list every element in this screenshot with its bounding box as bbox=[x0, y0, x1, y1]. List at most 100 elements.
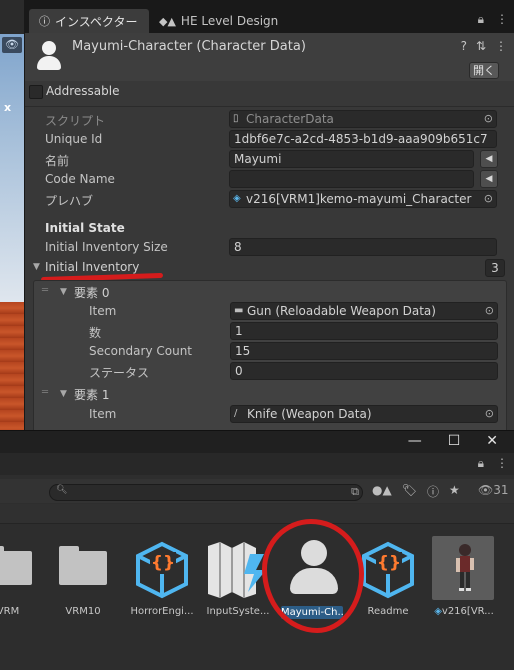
page-title: Mayumi-Character (Character Data) bbox=[72, 39, 306, 54]
status-field[interactable]: 0 bbox=[230, 362, 498, 380]
maximize-icon[interactable]: ☐ bbox=[448, 433, 461, 449]
drag-handle-icon[interactable]: ═ bbox=[42, 285, 48, 296]
asset-label: ◈v216[VR... bbox=[426, 606, 502, 617]
addressable-checkbox[interactable] bbox=[29, 85, 43, 99]
search-by-type-icon[interactable]: ⧉ bbox=[351, 485, 359, 499]
initial-inventory-label: Initial Inventory bbox=[45, 260, 140, 274]
unique-id-row: Unique Id 1dbf6e7c-a2cd-4853-b1d9-aaa909… bbox=[25, 130, 514, 150]
element-header[interactable]: 要素 0 bbox=[74, 284, 109, 301]
asset-grid: VRM VRM10 {} HorrorEngi... InputSyste...… bbox=[0, 524, 514, 670]
filter-by-type-icon[interactable]: ●▲ bbox=[372, 483, 392, 500]
project-window: — ☐ ✕ 🔒︎ ⋮ 🔍︎ ⧉ ●▲ 🏷︎ ⓘ ★ 👁31 VRM VRM10 … bbox=[0, 430, 514, 670]
unique-id-field[interactable]: 1dbf6e7c-a2cd-4853-b1d9-aaa909b651c7 bbox=[229, 130, 497, 148]
toolbar-icons: ●▲ 🏷︎ ⓘ ★ bbox=[372, 483, 460, 500]
inspector-header: Mayumi-Character (Character Data) ? ⇅ ⋮ … bbox=[25, 33, 514, 81]
count-label: 数 bbox=[89, 326, 102, 340]
braces-icon: {} bbox=[150, 552, 176, 574]
object-picker-icon: ⊙ bbox=[483, 112, 493, 125]
tab-inspector[interactable]: ⓘ インスペクター bbox=[29, 9, 149, 33]
lock-icon[interactable]: 🔒︎ bbox=[478, 12, 484, 27]
tab-bar: ⓘ インスペクター ◆▲ HE Level Design 🔒︎ ⋮ bbox=[25, 0, 514, 33]
code-name-localize-button[interactable]: ◀ bbox=[480, 170, 498, 188]
object-picker-icon[interactable]: ⊙ bbox=[484, 191, 493, 207]
braces-icon: {} bbox=[376, 552, 402, 574]
filter-by-label-icon[interactable]: 🏷︎ bbox=[402, 483, 417, 500]
open-button[interactable]: 開く bbox=[469, 62, 499, 79]
axis-x-icon: x bbox=[4, 101, 12, 114]
count-field[interactable]: 1 bbox=[230, 322, 498, 340]
window-title-bar: — ☐ ✕ bbox=[0, 431, 514, 453]
preset-sliders-icon[interactable]: ⇅ bbox=[476, 39, 486, 53]
visibility-eye-icon[interactable]: 👁 bbox=[2, 37, 22, 53]
element-header[interactable]: 要素 1 bbox=[74, 386, 109, 403]
item-value: Knife (Weapon Data) bbox=[247, 407, 372, 421]
asset-label: InputSyste... bbox=[206, 606, 270, 617]
inventory-count-field[interactable]: 3 bbox=[485, 259, 505, 277]
element-foldout-arrow-icon[interactable]: ▼ bbox=[60, 287, 67, 297]
kebab-menu-icon[interactable]: ⋮ bbox=[496, 456, 508, 471]
folder-icon bbox=[0, 546, 32, 586]
project-tab-bar: 🔒︎ ⋮ bbox=[0, 453, 514, 475]
object-picker-icon[interactable]: ⊙ bbox=[485, 406, 494, 422]
asset-label-text: v216[VR... bbox=[441, 606, 494, 617]
lock-icon[interactable]: 🔒︎ bbox=[478, 456, 484, 471]
more-menu-icon[interactable]: ⋮ bbox=[495, 39, 507, 53]
gun-icon: ▬ bbox=[234, 305, 244, 316]
initial-inventory-size-field[interactable]: 8 bbox=[229, 238, 497, 256]
asset-label: Readme bbox=[367, 606, 409, 617]
hidden-packages-counter[interactable]: 👁31 bbox=[478, 483, 509, 497]
tab-label: HE Level Design bbox=[180, 14, 279, 28]
asset-script-readme[interactable]: {} Readme bbox=[350, 524, 426, 634]
close-icon[interactable]: ✕ bbox=[486, 433, 498, 449]
asset-script-horrorengine[interactable]: {} HorrorEngi... bbox=[124, 524, 200, 634]
asset-folder-vrm10[interactable]: VRM10 bbox=[45, 524, 121, 634]
asset-folder-vrm[interactable]: VRM bbox=[0, 524, 46, 634]
code-name-label: Code Name bbox=[45, 172, 115, 186]
asset-label: HorrorEngi... bbox=[130, 606, 194, 617]
window-buttons: — ☐ ✕ bbox=[408, 433, 498, 449]
asset-input-actions[interactable]: InputSyste... bbox=[200, 524, 276, 634]
secondary-count-field[interactable]: 15 bbox=[230, 342, 498, 360]
project-tab-icons: 🔒︎ ⋮ bbox=[478, 456, 508, 471]
script-row: スクリプト ▯ CharacterData ⊙ bbox=[25, 110, 514, 130]
initial-inventory-size-label: Initial Inventory Size bbox=[45, 240, 168, 254]
asset-mayumi-character[interactable]: Mayumi-Ch... bbox=[274, 524, 350, 634]
help-icon[interactable]: ? bbox=[461, 39, 467, 53]
asset-prefab-v216[interactable]: ◈v216[VR... bbox=[426, 524, 502, 634]
item-field[interactable]: / Knife (Weapon Data) ⊙ bbox=[230, 405, 498, 423]
kebab-menu-icon[interactable]: ⋮ bbox=[496, 12, 508, 27]
character-data-icon bbox=[36, 41, 62, 71]
script-file-icon: ▯ bbox=[233, 113, 239, 124]
asset-label-selected: Mayumi-Ch... bbox=[281, 606, 343, 619]
code-name-row: Code Name ◀ bbox=[25, 170, 514, 190]
name-label: 名前 bbox=[45, 154, 70, 168]
object-picker-icon[interactable]: ⊙ bbox=[485, 303, 494, 319]
name-localize-button[interactable]: ◀ bbox=[480, 150, 498, 168]
knife-icon: / bbox=[234, 408, 238, 419]
warning-icon[interactable]: ⓘ bbox=[427, 483, 439, 500]
prefab-row: プレハブ ◈ v216[VRM1]kemo-mayumi_Character ⊙ bbox=[25, 190, 514, 210]
breadcrumb-bar bbox=[0, 504, 514, 524]
code-name-field[interactable] bbox=[229, 170, 474, 188]
drag-handle-icon[interactable]: ═ bbox=[42, 387, 48, 398]
character-figure-icon bbox=[456, 544, 474, 591]
item-field[interactable]: ▬ Gun (Reloadable Weapon Data) ⊙ bbox=[230, 302, 498, 320]
minimize-icon[interactable]: — bbox=[408, 433, 422, 449]
foldout-arrow-icon[interactable]: ▼ bbox=[33, 262, 40, 272]
name-field[interactable]: Mayumi bbox=[229, 150, 474, 168]
element-foldout-arrow-icon[interactable]: ▼ bbox=[60, 389, 67, 399]
asset-label: VRM bbox=[0, 606, 20, 617]
tab-he-level-design[interactable]: ◆▲ HE Level Design bbox=[149, 9, 299, 33]
inspector-window: ⓘ インスペクター ◆▲ HE Level Design 🔒︎ ⋮ Mayumi… bbox=[24, 0, 514, 430]
search-input[interactable]: 🔍︎ ⧉ bbox=[49, 484, 363, 501]
scene-view-strip[interactable]: 👁 x bbox=[0, 0, 24, 430]
prefab-field[interactable]: ◈ v216[VRM1]kemo-mayumi_Character ⊙ bbox=[229, 190, 497, 208]
prefab-thumbnail bbox=[432, 536, 494, 600]
favorite-star-icon[interactable]: ★ bbox=[449, 483, 460, 500]
item-value: Gun (Reloadable Weapon Data) bbox=[247, 304, 436, 318]
search-icon: 🔍︎ bbox=[56, 485, 68, 495]
input-actions-icon bbox=[208, 542, 266, 598]
eye-icon: 👁 bbox=[478, 483, 494, 497]
header-icons: ? ⇅ ⋮ bbox=[461, 39, 507, 53]
prefab-value: v216[VRM1]kemo-mayumi_Character bbox=[246, 192, 472, 206]
